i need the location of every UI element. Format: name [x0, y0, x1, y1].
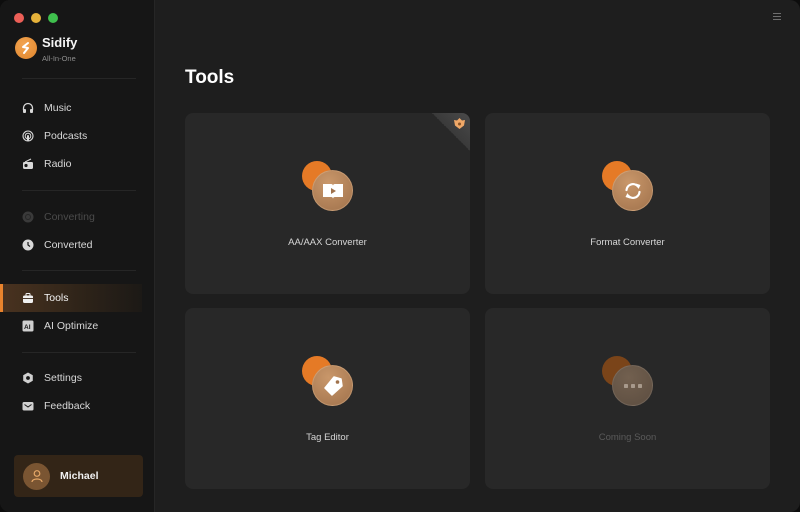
audiobook-icon — [322, 183, 343, 199]
tool-icon — [602, 356, 656, 406]
svg-text:AI: AI — [24, 324, 31, 331]
tool-card-aa-aax-converter[interactable]: AA/AAX Converter — [185, 113, 470, 294]
brand-tagline: All-In-One — [42, 54, 76, 63]
avatar — [23, 462, 50, 490]
sidebar-item-ai-optimize[interactable]: AI AI Optimize — [0, 312, 142, 340]
sidebar-item-label: AI Optimize — [44, 320, 99, 332]
tool-label: Tag Editor — [306, 432, 349, 443]
sidebar-item-label: Music — [44, 102, 72, 114]
sidebar-item-label: Tools — [44, 292, 69, 304]
brand-name: Sidify — [42, 35, 78, 50]
toolbox-icon — [21, 292, 34, 305]
sidebar-item-feedback[interactable]: Feedback — [0, 392, 142, 420]
user-icon — [30, 470, 43, 483]
close-button[interactable] — [14, 13, 24, 23]
divider — [22, 190, 136, 191]
tag-icon — [323, 375, 343, 396]
user-profile[interactable]: Michael — [14, 455, 143, 497]
headphones-icon — [21, 102, 34, 115]
sidebar: Sidify All-In-One Music Podcasts Radio C… — [0, 0, 155, 512]
sidify-logo-icon — [15, 37, 37, 59]
tool-card-coming-soon: Coming Soon — [485, 308, 770, 489]
page-title: Tools — [185, 67, 235, 88]
tool-label: AA/AAX Converter — [288, 237, 367, 248]
clock-icon — [21, 239, 34, 252]
sidebar-item-radio[interactable]: Radio — [0, 150, 142, 178]
premium-badge — [432, 113, 470, 151]
divider — [22, 270, 136, 271]
sidebar-item-label: Settings — [44, 372, 82, 384]
sidebar-item-label: Converted — [44, 239, 93, 251]
app-window: Sidify All-In-One Music Podcasts Radio C… — [0, 0, 800, 512]
gear-icon — [21, 372, 34, 385]
sidebar-item-settings[interactable]: Settings — [0, 364, 142, 392]
maximize-button[interactable] — [48, 13, 58, 23]
ai-icon: AI — [21, 320, 34, 333]
tool-card-format-converter[interactable]: Format Converter — [485, 113, 770, 294]
sidebar-item-tools[interactable]: Tools — [0, 284, 142, 312]
refresh-icon — [624, 182, 641, 199]
tool-icon — [602, 161, 656, 211]
divider — [22, 352, 136, 353]
user-name: Michael — [60, 470, 99, 482]
window-controls — [14, 13, 58, 23]
sidebar-item-podcasts[interactable]: Podcasts — [0, 122, 142, 150]
tool-icon — [302, 161, 356, 211]
menu-icon[interactable] — [773, 13, 781, 22]
tool-label: Format Converter — [590, 237, 665, 248]
sidebar-item-label: Converting — [44, 211, 95, 223]
divider — [22, 78, 136, 79]
tool-card-tag-editor[interactable]: Tag Editor — [185, 308, 470, 489]
converting-icon — [21, 211, 34, 224]
more-icon — [623, 383, 642, 388]
sidebar-item-label: Podcasts — [44, 130, 88, 142]
podcast-icon — [21, 130, 34, 143]
sidebar-item-label: Feedback — [44, 400, 91, 412]
mail-icon — [21, 400, 34, 413]
premium-crown-icon — [453, 117, 466, 135]
sidebar-item-converted[interactable]: Converted — [0, 231, 142, 259]
sidebar-item-music[interactable]: Music — [0, 94, 142, 122]
tool-icon — [302, 356, 356, 406]
sidebar-item-converting[interactable]: Converting — [0, 203, 142, 231]
sidebar-item-label: Radio — [44, 158, 72, 170]
minimize-button[interactable] — [31, 13, 41, 23]
tool-label: Coming Soon — [598, 432, 657, 443]
radio-icon — [21, 158, 34, 171]
